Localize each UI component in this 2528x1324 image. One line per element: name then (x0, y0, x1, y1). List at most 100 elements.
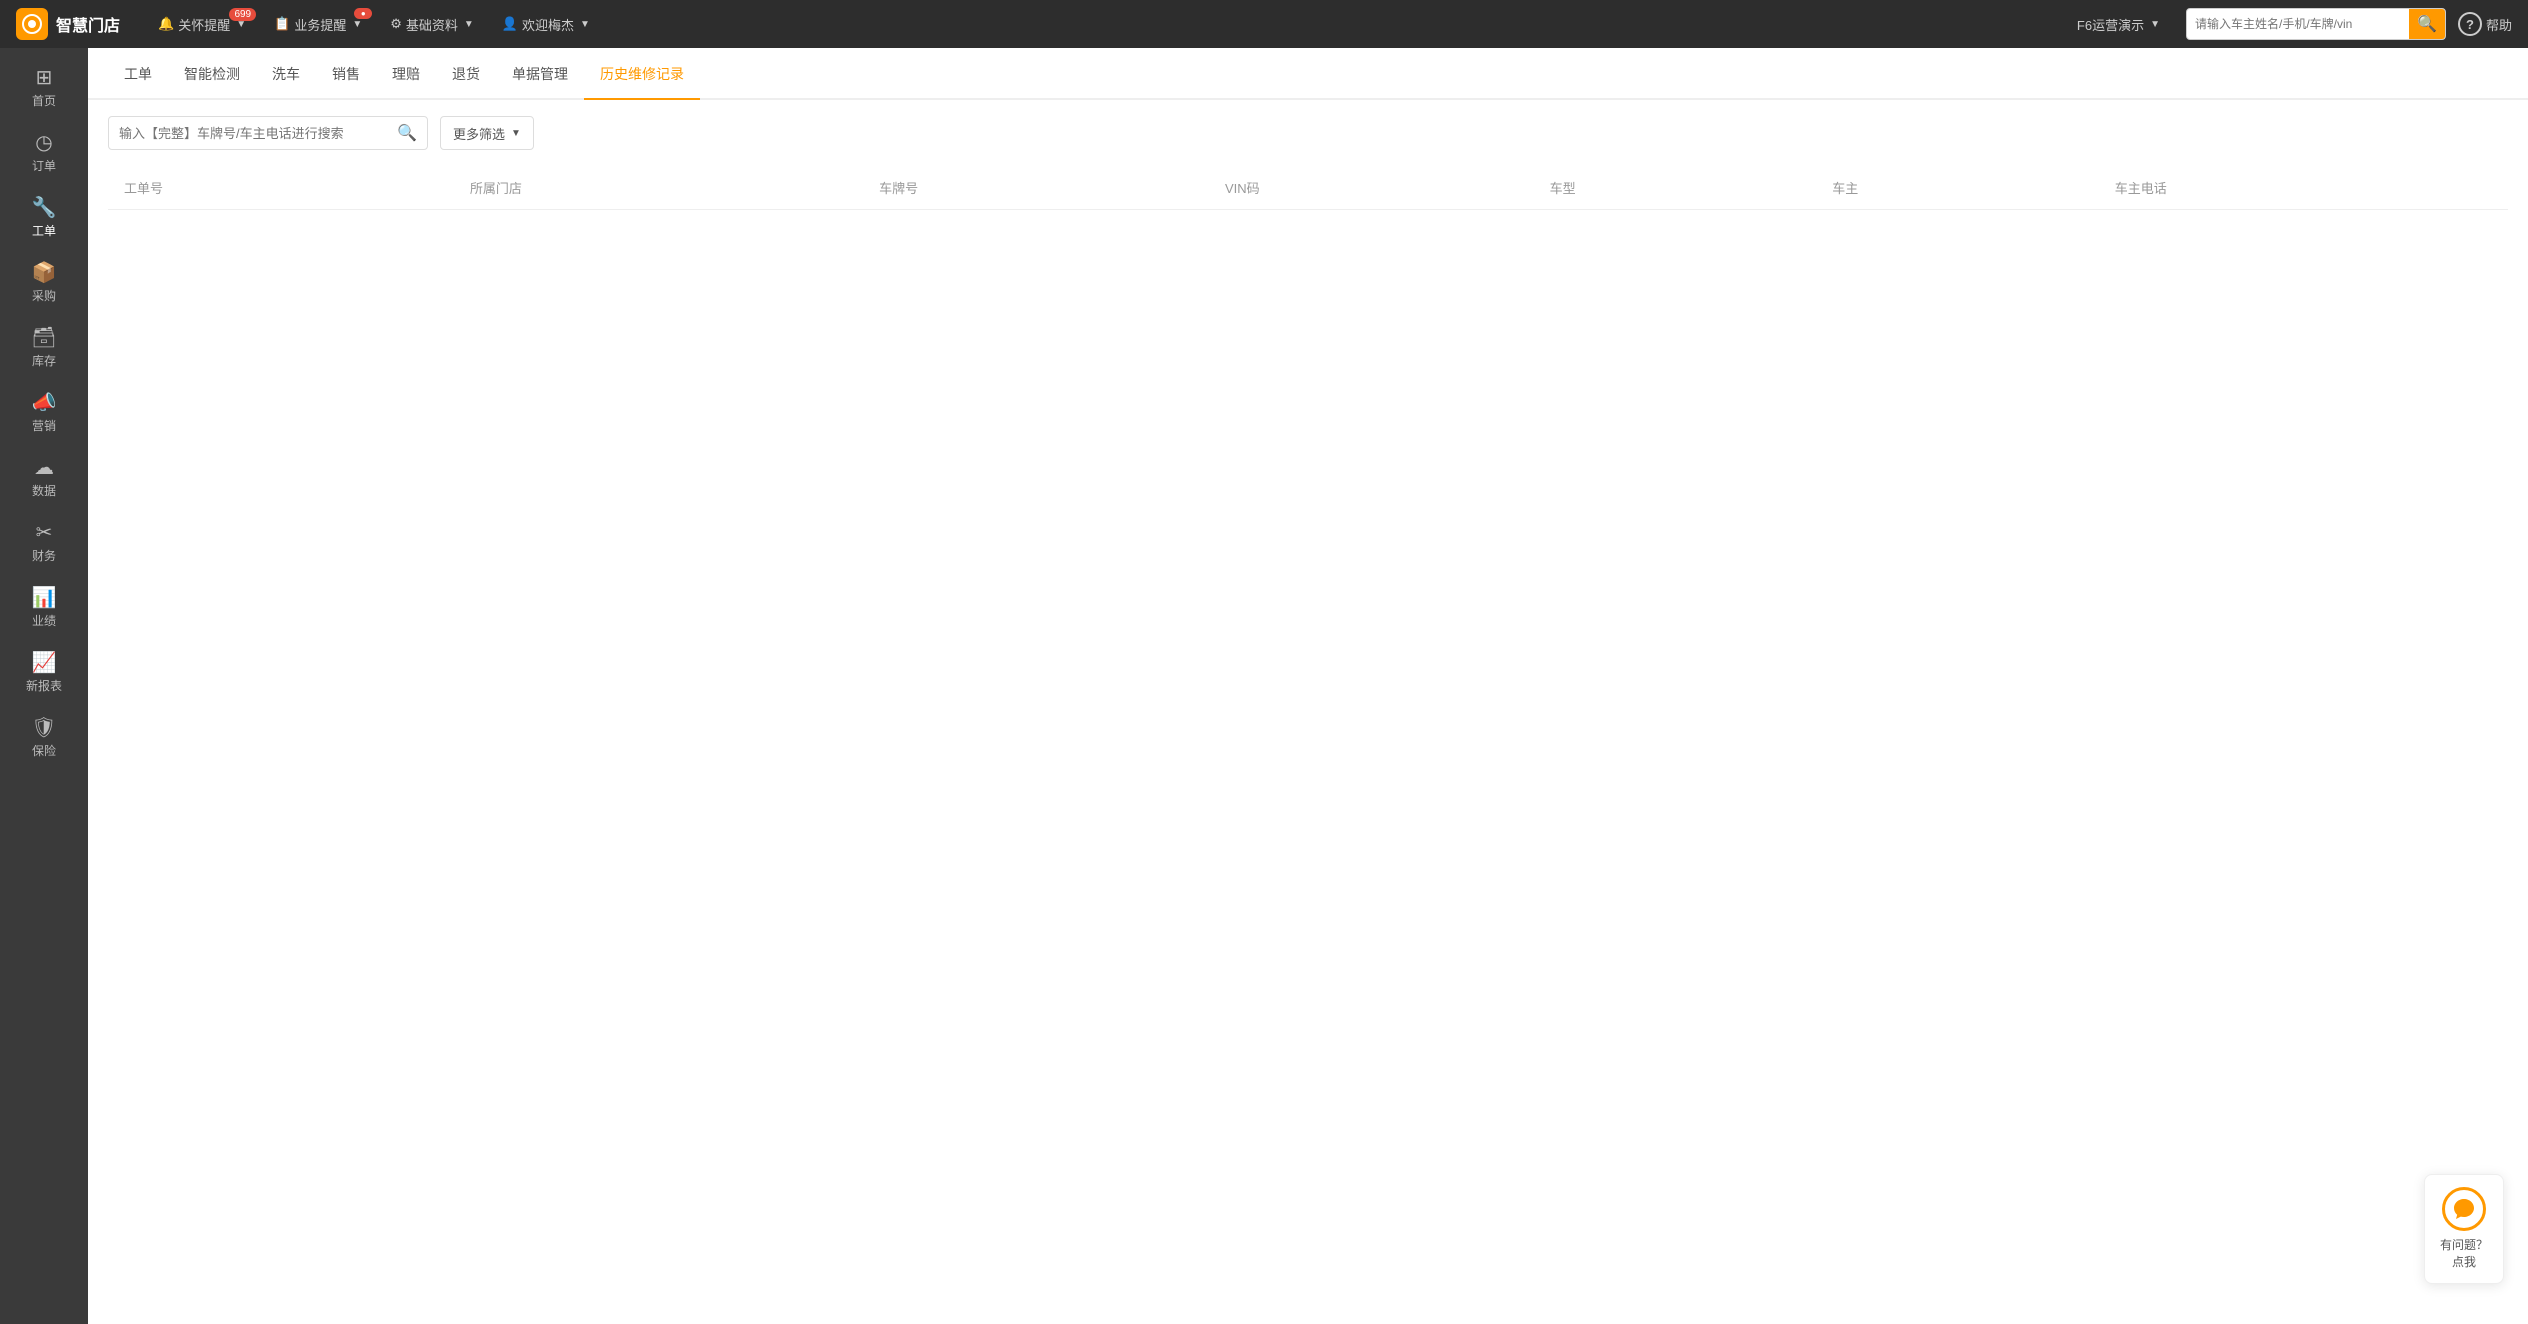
app-logo[interactable]: 智慧门店 (16, 8, 120, 40)
sidebar-label-performance: 业绩 (32, 612, 56, 629)
workorder-icon: 🔧 (32, 198, 57, 218)
notification-badge: 699 (229, 8, 256, 21)
tab-doc-manage[interactable]: 单据管理 (496, 50, 584, 100)
topnav-right: F6运营演示 ▼ 🔍 ? 帮助 (2063, 0, 2512, 48)
sidebar-label-home: 首页 (32, 92, 56, 109)
table-wrap: 工单号 所属门店 车牌号 VIN码 车型 车主 车主电话 (88, 166, 2528, 1324)
sidebar-item-inventory[interactable]: 🗃 库存 (0, 316, 88, 381)
sidebar-item-order[interactable]: ◷ 订单 (0, 121, 88, 186)
app-title: 智慧门店 (56, 12, 120, 36)
col-phone: 车主电话 (2099, 166, 2508, 210)
sidebar-label-report: 新报表 (26, 677, 62, 694)
tab-history[interactable]: 历史维修记录 (584, 50, 700, 100)
main-layout: ⊞ 首页 ◷ 订单 🔧 工单 📦 采购 🗃 库存 📣 营销 ☁ 数据 ✂ (0, 48, 2528, 1324)
col-shop: 所属门店 (454, 166, 863, 210)
chat-label: 有问题？ 点我 (2440, 1237, 2488, 1271)
nav-basic[interactable]: ⚙ 基础资料 ▼ (376, 0, 488, 48)
filter-chevron-icon: ▼ (511, 128, 521, 139)
inventory-icon: 🗃 (31, 328, 56, 348)
nav-notification[interactable]: 🔔 关怀提醒 ▼ 699 (144, 0, 260, 48)
help-button[interactable]: ? 帮助 (2458, 12, 2512, 36)
tab-claims[interactable]: 理赔 (376, 50, 436, 100)
global-search-box[interactable]: 🔍 (2186, 8, 2446, 40)
tab-sales-label: 销售 (332, 64, 360, 84)
filter-button[interactable]: 更多筛选 ▼ (440, 116, 534, 150)
tab-sales[interactable]: 销售 (316, 50, 376, 100)
business-badge: ● (354, 8, 372, 19)
sidebar-item-performance[interactable]: 📊 业绩 (0, 576, 88, 641)
tab-carwash[interactable]: 洗车 (256, 50, 316, 100)
col-workorder-no: 工单号 (108, 166, 454, 210)
performance-icon: 📊 (32, 588, 57, 608)
nav-welcome-label: 欢迎梅杰 (522, 15, 574, 34)
help-label: 帮助 (2486, 15, 2512, 34)
sidebar-label-workorder: 工单 (32, 222, 56, 239)
tab-workorder-label: 工单 (124, 64, 152, 84)
basic-icon: ⚙ (390, 16, 402, 32)
tab-history-label: 历史维修记录 (600, 64, 684, 84)
sidebar-label-marketing: 营销 (32, 417, 56, 434)
marketing-icon: 📣 (32, 393, 57, 413)
sidebar-item-data[interactable]: ☁ 数据 (0, 446, 88, 511)
sidebar-label-finance: 财务 (32, 547, 56, 564)
sidebar-item-finance[interactable]: ✂ 财务 (0, 511, 88, 576)
tab-workorder[interactable]: 工单 (108, 50, 168, 100)
col-plate: 车牌号 (863, 166, 1209, 210)
chat-widget[interactable]: 有问题？ 点我 (2424, 1174, 2504, 1284)
plate-search-icon[interactable]: 🔍 (387, 123, 427, 143)
sidebar: ⊞ 首页 ◷ 订单 🔧 工单 📦 采购 🗃 库存 📣 营销 ☁ 数据 ✂ (0, 48, 88, 1324)
nav-business[interactable]: 📋 业务提醒 ▼ ● (260, 0, 376, 48)
sidebar-label-order: 订单 (32, 157, 56, 174)
purchase-icon: 📦 (32, 263, 57, 283)
bell-icon: 🔔 (158, 16, 174, 32)
sidebar-item-marketing[interactable]: 📣 营销 (0, 381, 88, 446)
sidebar-label-purchase: 采购 (32, 287, 56, 304)
chat-line2: 点我 (2452, 1255, 2476, 1269)
sidebar-item-report[interactable]: 📈 新报表 (0, 641, 88, 706)
tab-bar: 工单 智能检测 洗车 销售 理赔 退货 单据管理 历史维修记录 (88, 48, 2528, 100)
home-icon: ⊞ (36, 68, 53, 88)
content-area: 工单 智能检测 洗车 销售 理赔 退货 单据管理 历史维修记录 (88, 48, 2528, 1324)
sidebar-label-data: 数据 (32, 482, 56, 499)
global-search-button[interactable]: 🔍 (2409, 8, 2445, 40)
chat-icon (2442, 1187, 2486, 1231)
sidebar-item-home[interactable]: ⊞ 首页 (0, 56, 88, 121)
sidebar-label-insurance: 保险 (32, 742, 56, 759)
global-search-input[interactable] (2187, 17, 2409, 31)
report-icon: 📈 (32, 653, 57, 673)
logo-icon (16, 8, 48, 40)
toolbar: 🔍 更多筛选 ▼ (88, 100, 2528, 166)
col-owner: 车主 (1816, 166, 2099, 210)
nav-notification-label: 关怀提醒 (178, 15, 230, 34)
help-icon: ? (2458, 12, 2482, 36)
business-icon: 📋 (274, 16, 290, 32)
sidebar-item-workorder[interactable]: 🔧 工单 (0, 186, 88, 251)
plate-search-wrap[interactable]: 🔍 (108, 116, 428, 150)
tab-returns-label: 退货 (452, 64, 480, 84)
chat-line1: 有问题？ (2440, 1238, 2488, 1252)
insurance-icon: 🛡 (31, 718, 56, 738)
data-icon: ☁ (34, 458, 54, 478)
history-table: 工单号 所属门店 车牌号 VIN码 车型 车主 车主电话 (108, 166, 2508, 210)
finance-icon: ✂ (36, 523, 53, 543)
nav-operation-label: F6运营演示 (2077, 15, 2144, 34)
sidebar-label-inventory: 库存 (32, 352, 56, 369)
table-header: 工单号 所属门店 车牌号 VIN码 车型 车主 车主电话 (108, 166, 2508, 210)
tab-smart-detect-label: 智能检测 (184, 64, 240, 84)
nav-business-label: 业务提醒 (294, 15, 346, 34)
tab-carwash-label: 洗车 (272, 64, 300, 84)
nav-basic-label: 基础资料 (406, 15, 458, 34)
tab-claims-label: 理赔 (392, 64, 420, 84)
col-vin: VIN码 (1209, 166, 1534, 210)
col-car-type: 车型 (1534, 166, 1817, 210)
user-icon: 👤 (502, 16, 518, 32)
tab-smart-detect[interactable]: 智能检测 (168, 50, 256, 100)
tab-returns[interactable]: 退货 (436, 50, 496, 100)
sidebar-item-insurance[interactable]: 🛡 保险 (0, 706, 88, 771)
sidebar-item-purchase[interactable]: 📦 采购 (0, 251, 88, 316)
nav-welcome[interactable]: 👤 欢迎梅杰 ▼ (488, 0, 604, 48)
plate-search-input[interactable] (109, 126, 387, 141)
filter-label: 更多筛选 (453, 124, 505, 143)
nav-operation[interactable]: F6运营演示 ▼ (2063, 0, 2174, 48)
order-icon: ◷ (35, 133, 52, 153)
